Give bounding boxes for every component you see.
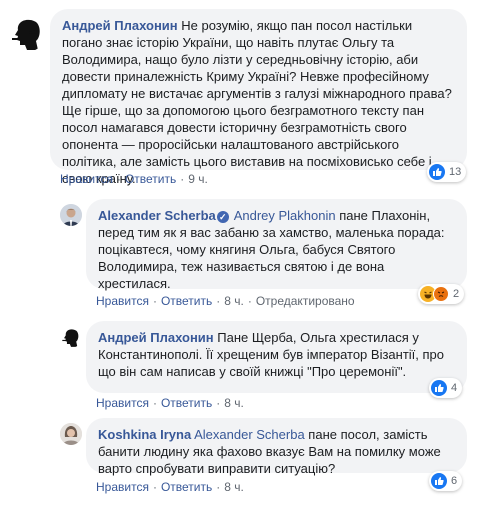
separator-dot: · — [116, 172, 121, 186]
comment-author[interactable]: Alexander Scherba — [98, 208, 216, 223]
like-icon — [429, 164, 445, 180]
comment-bubble: Koshkina Iryna Alexander Scherba пане по… — [86, 418, 467, 476]
person-photo-icon — [60, 204, 82, 226]
timestamp[interactable]: 8 ч. — [224, 480, 244, 494]
timestamp[interactable]: 8 ч. — [224, 294, 244, 308]
like-button[interactable]: Нравится — [96, 480, 149, 494]
separator-dot: · — [216, 396, 221, 410]
timestamp[interactable]: 8 ч. — [224, 396, 244, 410]
mention-link[interactable]: Alexander Scherba — [194, 427, 305, 442]
reply-button[interactable]: Ответить — [161, 480, 212, 494]
separator-dot: · — [152, 396, 157, 410]
comment-author[interactable]: Koshkina Iryna — [98, 427, 191, 442]
comment-bubble: Андрей Плахонин Не розумію, якщо пан пос… — [50, 9, 467, 186]
timestamp[interactable]: 9 ч. — [188, 172, 208, 186]
reaction-count: 13 — [449, 166, 462, 178]
person-photo-icon — [60, 423, 82, 445]
comment-author[interactable]: Андрей Плахонин — [62, 18, 178, 33]
separator-dot: · — [216, 480, 221, 494]
edited-label[interactable]: Отредактировано — [256, 294, 355, 308]
reaction-count: 2 — [453, 288, 460, 300]
reaction-summary[interactable]: 13 — [427, 162, 467, 182]
avatar[interactable] — [60, 326, 82, 348]
separator-dot: · — [152, 294, 157, 308]
comment-author[interactable]: Андрей Плахонин — [98, 330, 214, 345]
avatar[interactable] — [60, 204, 82, 226]
verified-badge-icon: ✓ — [216, 211, 229, 223]
comment-actions: Нравится · Ответить · 8 ч. — [96, 396, 244, 410]
comment-actions: Нравится · Ответить · 9 ч. — [60, 172, 208, 186]
reply-button[interactable]: Ответить — [161, 294, 212, 308]
reaction-summary[interactable]: 6 — [429, 471, 463, 491]
separator-dot: · — [180, 172, 185, 186]
like-button[interactable]: Нравится — [96, 294, 149, 308]
angry-icon — [433, 286, 449, 302]
reaction-count: 4 — [451, 382, 458, 394]
silhouette-profile-icon — [12, 19, 40, 50]
like-icon — [431, 380, 447, 396]
reaction-count: 6 — [451, 475, 458, 487]
reaction-summary[interactable]: 2 — [418, 284, 465, 304]
like-button[interactable]: Нравится — [96, 396, 149, 410]
like-button[interactable]: Нравится — [60, 172, 113, 186]
avatar[interactable] — [8, 14, 46, 52]
mention-link[interactable]: Andrey Plakhonin — [234, 208, 336, 223]
reaction-summary[interactable]: 4 — [429, 378, 463, 398]
silhouette-profile-icon — [62, 329, 79, 347]
comment-bubble: Alexander Scherba ✓ Andrey Plakhonin пане… — [86, 199, 467, 291]
comment-actions: Нравится · Ответить · 8 ч. — [96, 480, 244, 494]
avatar[interactable] — [60, 423, 82, 445]
reply-button[interactable]: Ответить — [125, 172, 176, 186]
separator-dot: · — [216, 294, 221, 308]
comment-text: Не розумію, якщо пан посол настільки пог… — [62, 18, 452, 186]
reply-button[interactable]: Ответить — [161, 396, 212, 410]
separator-dot: · — [247, 294, 252, 308]
comment-actions: Нравится · Ответить · 8 ч. · Отредактировано — [96, 294, 355, 308]
separator-dot: · — [152, 480, 157, 494]
comment-bubble: Андрей Плахонин Пане Щерба, Ольга хрести… — [86, 321, 467, 393]
like-icon — [431, 473, 447, 489]
